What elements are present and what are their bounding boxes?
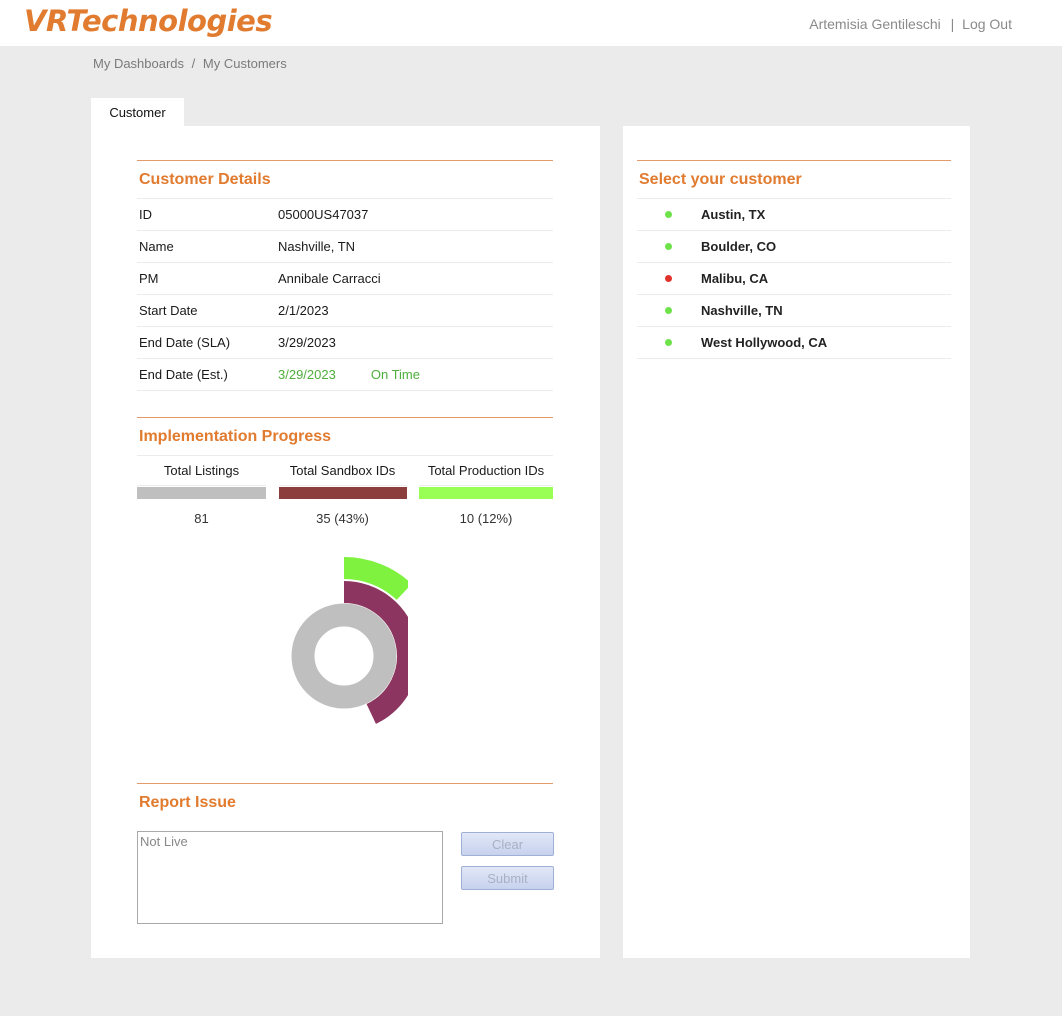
status-dot (665, 243, 672, 250)
detail-row-pm: PM Annibale Carracci (137, 263, 553, 295)
detail-label: Start Date (139, 303, 198, 318)
user-separator: | (950, 16, 955, 32)
metric-value: 10 (12%) (459, 511, 513, 526)
detail-row-end-date-sla: End Date (SLA) 3/29/2023 (137, 327, 553, 359)
metric-color-bar (137, 487, 266, 499)
customer-item-nashville[interactable]: Nashville, TN (637, 295, 951, 327)
tab-customer[interactable]: Customer (91, 98, 184, 126)
customer-item-west-hollywood[interactable]: West Hollywood, CA (637, 327, 951, 359)
customer-panel: Customer Details ID 05000US47037 Name Na… (91, 126, 600, 958)
customer-name: Malibu, CA (701, 271, 769, 286)
on-time-status: On Time (370, 367, 420, 382)
user-area: Artemisia Gentileschi | Log Out (809, 16, 1012, 32)
progress-radial-chart (284, 554, 419, 734)
metric-label: Total Production IDs (419, 456, 553, 486)
detail-label: End Date (Est.) (139, 367, 228, 382)
progress-metrics: Total Listings 81 Total Sandbox IDs 35 (… (137, 456, 553, 526)
detail-value: 05000US47037 (278, 207, 369, 222)
customer-name: West Hollywood, CA (701, 335, 828, 350)
metric-total-listings: Total Listings 81 (137, 456, 266, 526)
customer-item-austin[interactable]: Austin, TX (637, 199, 951, 231)
status-dot (665, 339, 672, 346)
customer-details-section: Customer Details ID 05000US47037 Name Na… (137, 160, 553, 391)
customer-details-title: Customer Details (137, 161, 553, 199)
metric-label: Total Listings (137, 456, 266, 486)
report-issue-body: Clear Submit (137, 822, 554, 962)
implementation-progress-section: Implementation Progress Total Listings 8… (137, 417, 553, 526)
clear-button[interactable]: Clear (461, 832, 554, 856)
status-dot (665, 307, 672, 314)
metric-value: 35 (43%) (316, 511, 369, 526)
logout-link[interactable]: Log Out (962, 16, 1012, 32)
detail-value: 3/29/2023 (278, 335, 336, 350)
metric-label: Total Sandbox IDs (278, 456, 407, 486)
customer-item-boulder[interactable]: Boulder, CO (637, 231, 951, 263)
detail-value: 3/29/2023 (278, 367, 336, 382)
metric-color-bar (278, 487, 407, 499)
detail-row-start-date: Start Date 2/1/2023 (137, 295, 553, 327)
metric-color-bar (419, 487, 553, 499)
detail-label: End Date (SLA) (139, 335, 231, 350)
implementation-progress-title: Implementation Progress (137, 418, 553, 456)
metric-total-production-ids: Total Production IDs 10 (12%) (419, 456, 553, 526)
report-issue-section: Report Issue Clear Submit (137, 783, 554, 962)
customer-item-malibu[interactable]: Malibu, CA (637, 263, 951, 295)
detail-label: ID (139, 207, 152, 222)
breadcrumb: My Dashboards / My Customers (93, 56, 287, 71)
customer-select-panel: Select your customer Austin, TX Boulder,… (623, 126, 970, 958)
report-issue-title: Report Issue (139, 794, 236, 811)
customer-list-section: Select your customer Austin, TX Boulder,… (637, 160, 951, 359)
company-logo[interactable]: VRTechnologies (24, 4, 273, 38)
breadcrumb-separator: / (191, 56, 196, 71)
issue-textarea[interactable] (137, 831, 443, 924)
user-name: Artemisia Gentileschi (809, 16, 941, 32)
metric-total-sandbox-ids: Total Sandbox IDs 35 (43%) (278, 456, 407, 526)
detail-label: PM (139, 271, 159, 286)
detail-value: Annibale Carracci (278, 271, 381, 286)
detail-row-end-date-est: End Date (Est.) 3/29/2023 On Time (137, 359, 553, 391)
detail-row-name: Name Nashville, TN (137, 231, 553, 263)
submit-button[interactable]: Submit (461, 866, 554, 890)
radial-chart-svg (291, 557, 419, 724)
detail-value: 2/1/2023 (278, 303, 329, 318)
breadcrumb-my-dashboards[interactable]: My Dashboards (93, 56, 184, 71)
top-bar: VRTechnologies Artemisia Gentileschi | L… (0, 0, 1062, 46)
radial-arc-total-listings (291, 603, 397, 709)
detail-label: Name (139, 239, 174, 254)
metric-value: 81 (194, 511, 209, 526)
detail-row-id: ID 05000US47037 (137, 199, 553, 231)
status-dot (665, 211, 672, 218)
customer-name: Austin, TX (701, 207, 766, 222)
detail-value: Nashville, TN (278, 239, 356, 254)
customer-name: Nashville, TN (701, 303, 783, 318)
customer-name: Boulder, CO (701, 239, 777, 254)
breadcrumb-my-customers[interactable]: My Customers (203, 56, 287, 71)
status-dot (665, 275, 672, 282)
select-customer-title: Select your customer (637, 161, 951, 199)
